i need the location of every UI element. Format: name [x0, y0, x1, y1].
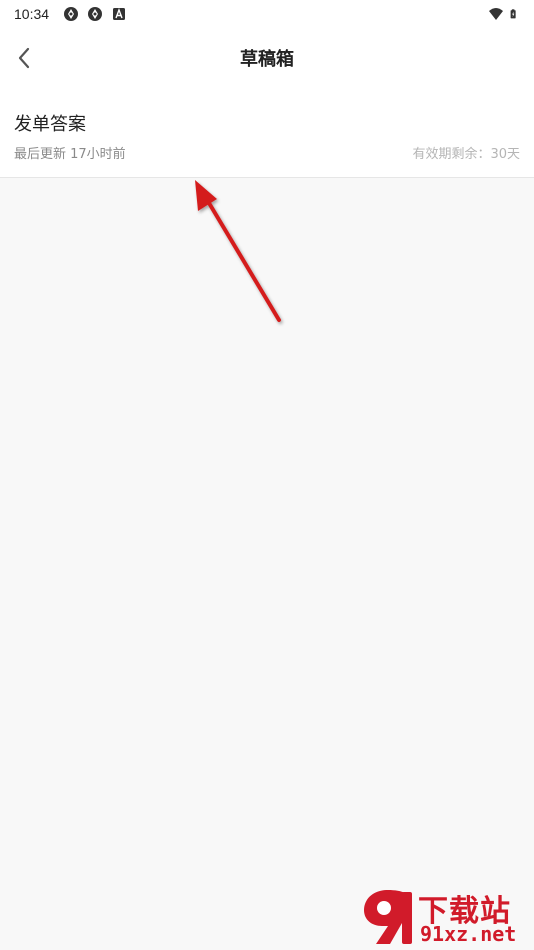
- draft-list: 发单答案 最后更新 17小时前 有效期剩余：30天: [0, 88, 534, 178]
- chevron-left-icon: [18, 47, 30, 69]
- page-title: 草稿箱: [240, 49, 294, 70]
- sync-icon: [88, 7, 103, 21]
- app-a-icon: [113, 8, 126, 20]
- site-logo-icon: [364, 890, 412, 944]
- watermark-site: 91xz.net: [420, 922, 517, 946]
- status-bar: 10:34: [0, 0, 534, 28]
- draft-item[interactable]: 发单答案 最后更新 17小时前 有效期剩余：30天: [0, 88, 534, 178]
- watermark: 下载站 91xz.net: [358, 886, 530, 948]
- draft-expiry: 有效期剩余：30天: [412, 147, 520, 162]
- draft-title: 发单答案: [14, 114, 86, 135]
- status-icons-right: [488, 6, 520, 22]
- status-time: 10:34: [14, 6, 50, 22]
- sync-icon: [64, 7, 79, 21]
- draft-last-updated: 最后更新 17小时前: [14, 147, 126, 162]
- battery-charging-icon: [510, 9, 516, 19]
- back-button[interactable]: [8, 42, 40, 74]
- status-icons-left: [63, 6, 127, 22]
- top-bar: 草稿箱: [0, 28, 534, 88]
- wifi-icon: [489, 8, 503, 20]
